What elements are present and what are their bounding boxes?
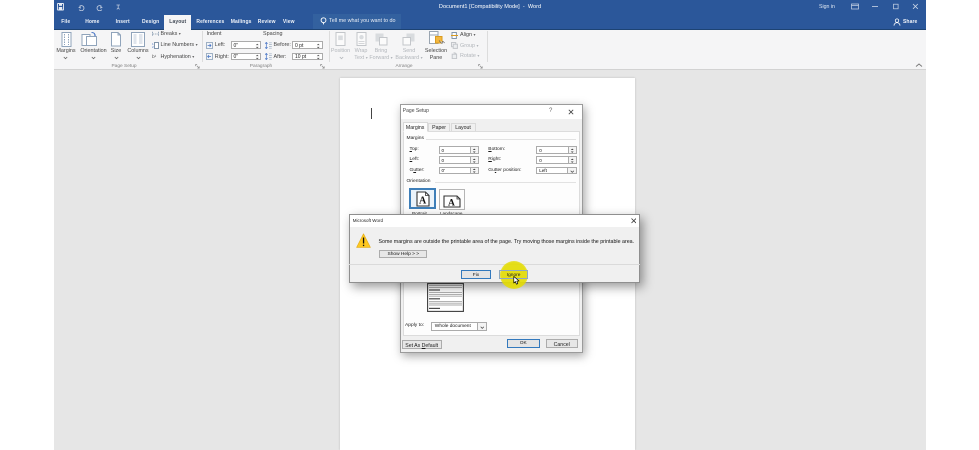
svg-text:A: A <box>419 195 427 206</box>
svg-text:b¹: b¹ <box>152 54 157 60</box>
svg-text:2: 2 <box>152 45 154 49</box>
svg-text:A: A <box>448 198 455 208</box>
